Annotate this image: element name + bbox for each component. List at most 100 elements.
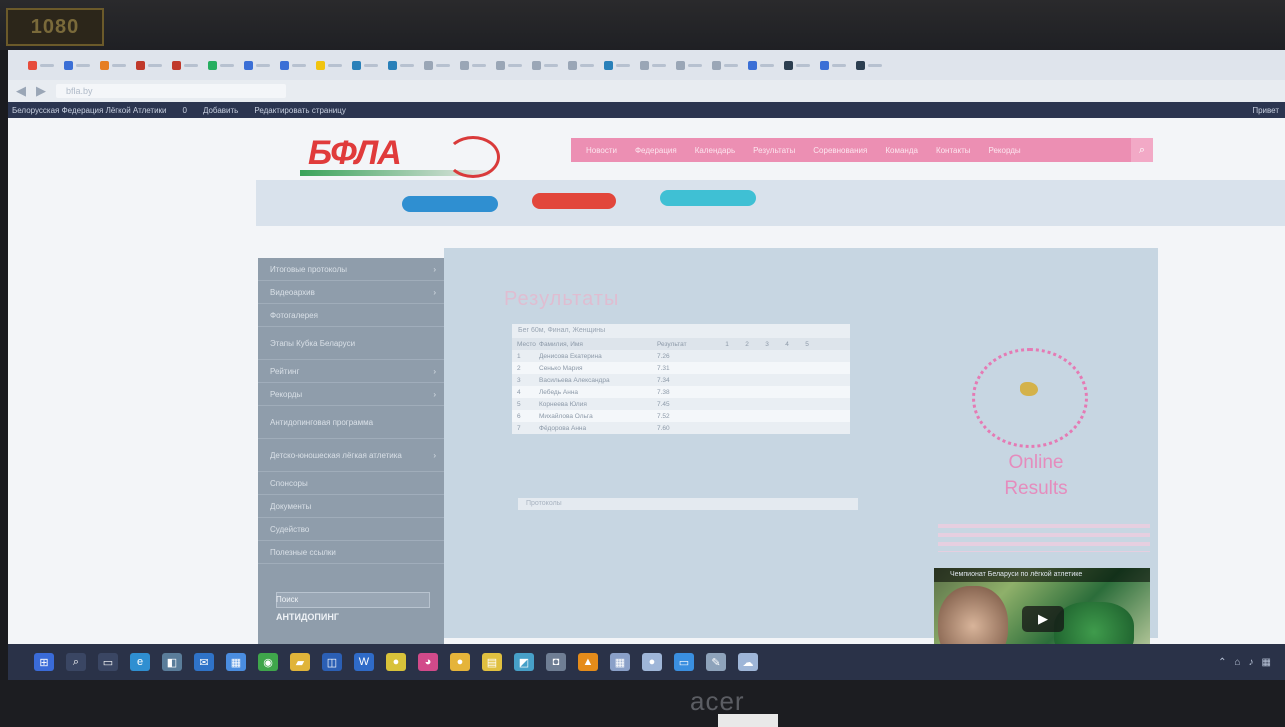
sidebar-item[interactable]: Полезные ссылки [258,541,444,564]
play-button[interactable]: ▶ [1022,606,1064,632]
sidebar-item[interactable]: Антидопинговая программа [258,406,444,439]
edge-icon[interactable]: e [130,653,150,671]
table-cell-result: 7.45 [657,400,670,408]
monitor-icon[interactable]: ▭ [674,653,694,671]
media-icon[interactable]: ◕ [418,653,438,671]
browser-tab[interactable] [280,58,312,72]
sidebar-item[interactable]: Итоговые протоколы › [258,258,444,281]
sidebar-item[interactable]: Рейтинг › [258,360,444,383]
norton-icon[interactable]: ● [450,653,470,671]
browser-tab[interactable] [532,58,564,72]
admin-bar-item[interactable]: Белорусская Федерация Лёгкой Атлетики [12,106,167,115]
browser-tab[interactable] [136,58,168,72]
browser-tab[interactable] [640,58,672,72]
cloud-icon[interactable]: ☁ [738,653,758,671]
camera-icon[interactable]: ◘ [546,653,566,671]
word-icon[interactable]: W [354,653,374,671]
tools-icon[interactable]: ✎ [706,653,726,671]
sidebar-item[interactable]: Рекорды › [258,383,444,406]
tab-title-placeholder [760,63,774,67]
browser-tab[interactable] [244,58,276,72]
nav-item[interactable]: Контакты [927,146,980,155]
mail-icon[interactable]: ✉ [194,653,214,671]
table-cell-result: 7.31 [657,364,670,372]
search-icon[interactable]: ⌕ [66,653,86,671]
url-input[interactable]: bfla.by [56,84,286,98]
vlc-icon[interactable]: ▲ [578,653,598,671]
browser-tab[interactable] [352,58,384,72]
tray-icon[interactable]: ♪ [1249,657,1254,668]
logo-text: БФЛА [308,134,402,172]
browser-tab[interactable] [64,58,96,72]
sidebar-item[interactable]: Документы [258,495,444,518]
sidebar-item[interactable]: Детско-юношеская лёгкая атлетика › [258,439,444,472]
results-table: Бег 60м, Финал, Женщины Место Фамилия, Им… [512,324,850,434]
nav-item[interactable]: Рекорды [980,146,1030,155]
admin-bar-item[interactable]: Добавить [203,106,238,115]
sidebar-item[interactable]: Спонсоры [258,472,444,495]
browser-tab[interactable] [604,58,636,72]
tab-title-placeholder [688,63,702,67]
chrome-icon[interactable]: ◉ [258,653,278,671]
sidebar-item[interactable]: Фотогалерея [258,304,444,327]
explorer-icon[interactable]: ▰ [290,653,310,671]
sidebar-item[interactable]: Судейство [258,518,444,541]
table-cell-name: Васильева Александра [539,376,610,384]
admin-greeting[interactable]: Привет [1252,106,1285,115]
browser-tab[interactable] [28,58,60,72]
nav-item[interactable]: Команда [876,146,927,155]
store-icon[interactable]: ◧ [162,653,182,671]
sponsor-logo-3[interactable] [660,190,756,206]
browser-tab[interactable] [424,58,456,72]
photos-icon[interactable]: ◩ [514,653,534,671]
admin-bar-item[interactable]: Редактировать страницу [254,106,346,115]
browser-tab[interactable] [856,58,888,72]
browser-tab[interactable] [820,58,852,72]
sponsor-logo-2[interactable] [532,193,616,209]
table-cell-name: Михайлова Ольга [539,412,593,420]
online-label: Online [1008,452,1064,473]
browser-tab[interactable] [316,58,348,72]
browser-tab[interactable] [748,58,780,72]
network-icon[interactable]: ▦ [226,653,246,671]
sidebar-footer-label: Поиск [276,595,299,604]
nav-item[interactable]: Новости [577,146,626,155]
browser-tab[interactable] [388,58,420,72]
nav-item[interactable]: Соревнования [804,146,876,155]
forward-icon[interactable]: ▶ [36,83,46,99]
browser-tab[interactable] [460,58,492,72]
task-view-icon[interactable]: ▭ [98,653,118,671]
sticky-icon[interactable]: ● [386,653,406,671]
sponsor-logo-1[interactable] [402,196,498,212]
table-cell-name: Сенько Мария [539,364,583,372]
browser-tab[interactable] [172,58,204,72]
nav-item[interactable]: Федерация [626,146,686,155]
outlook-icon[interactable]: ◫ [322,653,342,671]
antidoping-link[interactable]: АНТИДОПИНГ [276,612,444,622]
tray-icon[interactable]: ⌂ [1235,657,1241,668]
site-logo[interactable]: БФЛА [296,132,506,180]
notes-icon[interactable]: ▤ [482,653,502,671]
admin-bar-item[interactable]: 0 [183,106,187,115]
back-icon[interactable]: ◀ [16,83,26,99]
browser-tab[interactable] [676,58,708,72]
tab-title-placeholder [508,63,522,67]
nav-item[interactable]: Календарь [686,146,744,155]
sidebar-item[interactable]: Этапы Кубка Беларуси [258,327,444,360]
chat-icon[interactable]: ● [642,653,662,671]
browser-tab[interactable] [568,58,600,72]
calc-icon[interactable]: ▦ [610,653,630,671]
browser-tab[interactable] [712,58,744,72]
tray-icon[interactable]: ▦ [1262,657,1271,668]
browser-tab[interactable] [208,58,240,72]
start-icon[interactable]: ⊞ [34,653,54,671]
protocols-bar[interactable]: Протоколы [518,498,858,510]
sidebar-item[interactable]: Видеоархив › [258,281,444,304]
tray-icon[interactable]: ⌃ [1218,657,1226,668]
online-results-widget[interactable]: Online Results [968,348,1098,508]
nav-item[interactable]: Результаты [744,146,804,155]
search-icon[interactable]: ⌕ [1131,138,1153,162]
browser-tab[interactable] [100,58,132,72]
browser-tab[interactable] [496,58,528,72]
browser-tab[interactable] [784,58,816,72]
